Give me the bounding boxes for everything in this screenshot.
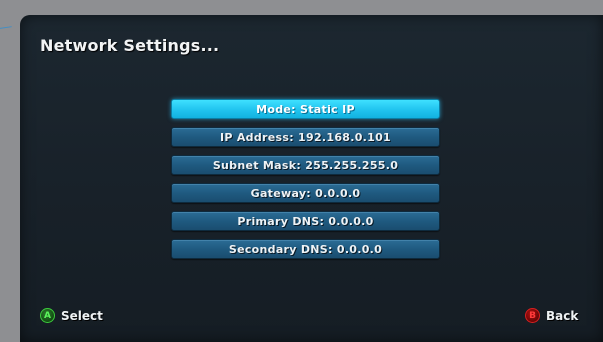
menu-item-gateway[interactable]: Gateway: 0.0.0.0 [171, 183, 440, 203]
page-title: Network Settings... [40, 36, 220, 55]
footer-select-hint[interactable]: A Select [40, 308, 103, 323]
select-label: Select [61, 308, 103, 323]
menu-item-ip-address[interactable]: IP Address: 192.168.0.101 [171, 127, 440, 147]
a-button-icon: A [40, 308, 55, 323]
menu-item-subnet-mask[interactable]: Subnet Mask: 255.255.255.0 [171, 155, 440, 175]
screen: Network Settings... Mode: Static IP IP A… [0, 0, 603, 342]
settings-menu: Mode: Static IP IP Address: 192.168.0.10… [171, 99, 440, 267]
menu-item-mode[interactable]: Mode: Static IP [171, 99, 440, 119]
b-button-icon: B [525, 308, 540, 323]
back-label: Back [546, 308, 579, 323]
menu-item-secondary-dns[interactable]: Secondary DNS: 0.0.0.0 [171, 239, 440, 259]
corner-accent [0, 26, 13, 33]
menu-item-primary-dns[interactable]: Primary DNS: 0.0.0.0 [171, 211, 440, 231]
footer-back-hint[interactable]: B Back [525, 308, 578, 323]
